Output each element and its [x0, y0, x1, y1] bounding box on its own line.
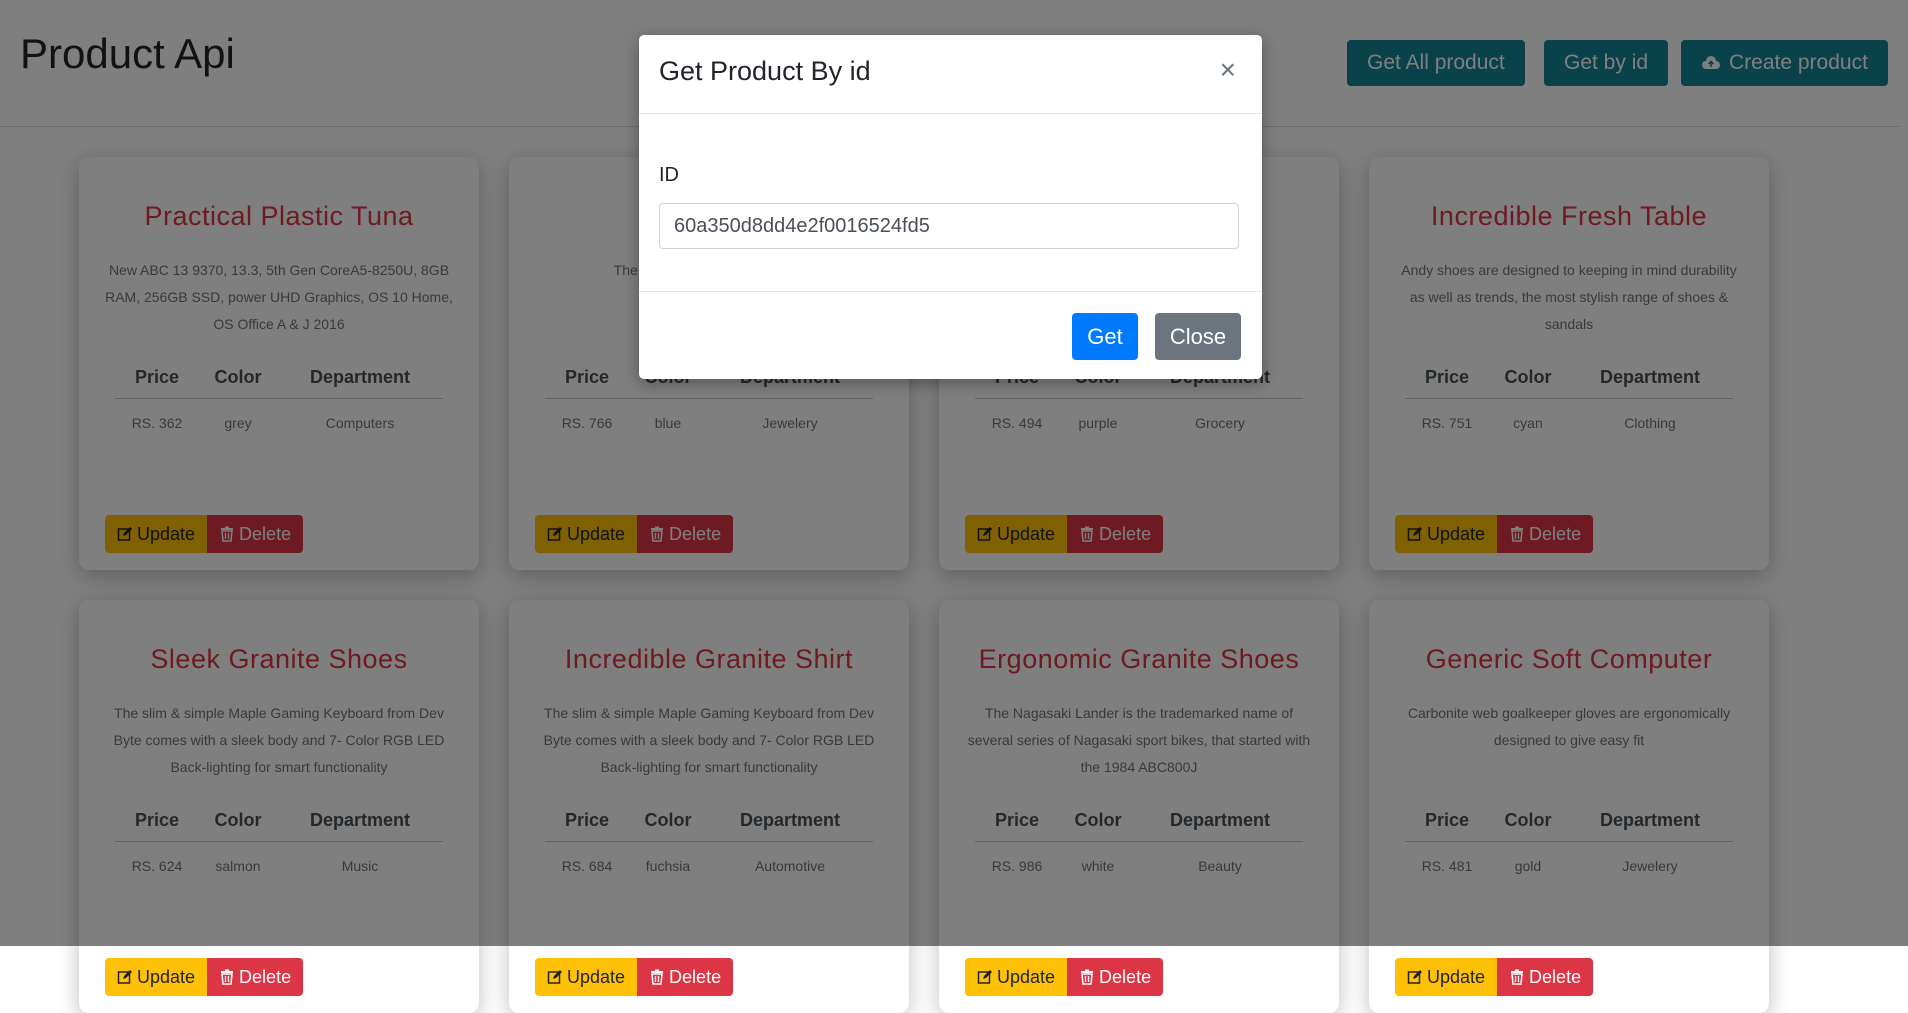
delete-label: Delete	[669, 966, 722, 987]
update-button[interactable]: Update	[535, 958, 638, 996]
get-button[interactable]: Get	[1072, 313, 1138, 360]
update-label: Update	[137, 966, 196, 987]
close-icon[interactable]: ×	[1214, 53, 1242, 87]
modal-title: Get Product By id	[659, 56, 871, 86]
edit-icon	[547, 969, 563, 985]
id-input[interactable]	[659, 203, 1239, 249]
update-label: Update	[997, 966, 1056, 987]
close-button[interactable]: Close	[1155, 313, 1241, 360]
delete-button[interactable]: Delete	[1067, 958, 1164, 996]
get-product-modal: Get Product By id × ID Get Close	[639, 35, 1262, 379]
trash-icon	[219, 969, 235, 985]
delete-label: Delete	[1529, 966, 1582, 987]
card-actions: Update Delete	[965, 958, 1164, 996]
modal-header: Get Product By id ×	[639, 35, 1262, 114]
trash-icon	[649, 969, 665, 985]
delete-button[interactable]: Delete	[637, 958, 734, 996]
modal-footer: Get Close	[639, 292, 1262, 380]
trash-icon	[1079, 969, 1095, 985]
id-label: ID	[659, 164, 679, 186]
delete-label: Delete	[1099, 966, 1152, 987]
update-button[interactable]: Update	[1395, 958, 1498, 996]
delete-button[interactable]: Delete	[207, 958, 304, 996]
update-label: Update	[567, 966, 626, 987]
delete-label: Delete	[239, 966, 292, 987]
edit-icon	[117, 969, 133, 985]
edit-icon	[977, 969, 993, 985]
update-button[interactable]: Update	[965, 958, 1068, 996]
card-actions: Update Delete	[105, 958, 304, 996]
edit-icon	[1407, 969, 1423, 985]
card-actions: Update Delete	[1395, 958, 1594, 996]
trash-icon	[1509, 969, 1525, 985]
modal-body: ID	[639, 114, 1262, 292]
update-label: Update	[1427, 966, 1486, 987]
delete-button[interactable]: Delete	[1497, 958, 1594, 996]
update-button[interactable]: Update	[105, 958, 208, 996]
card-actions: Update Delete	[535, 958, 734, 996]
